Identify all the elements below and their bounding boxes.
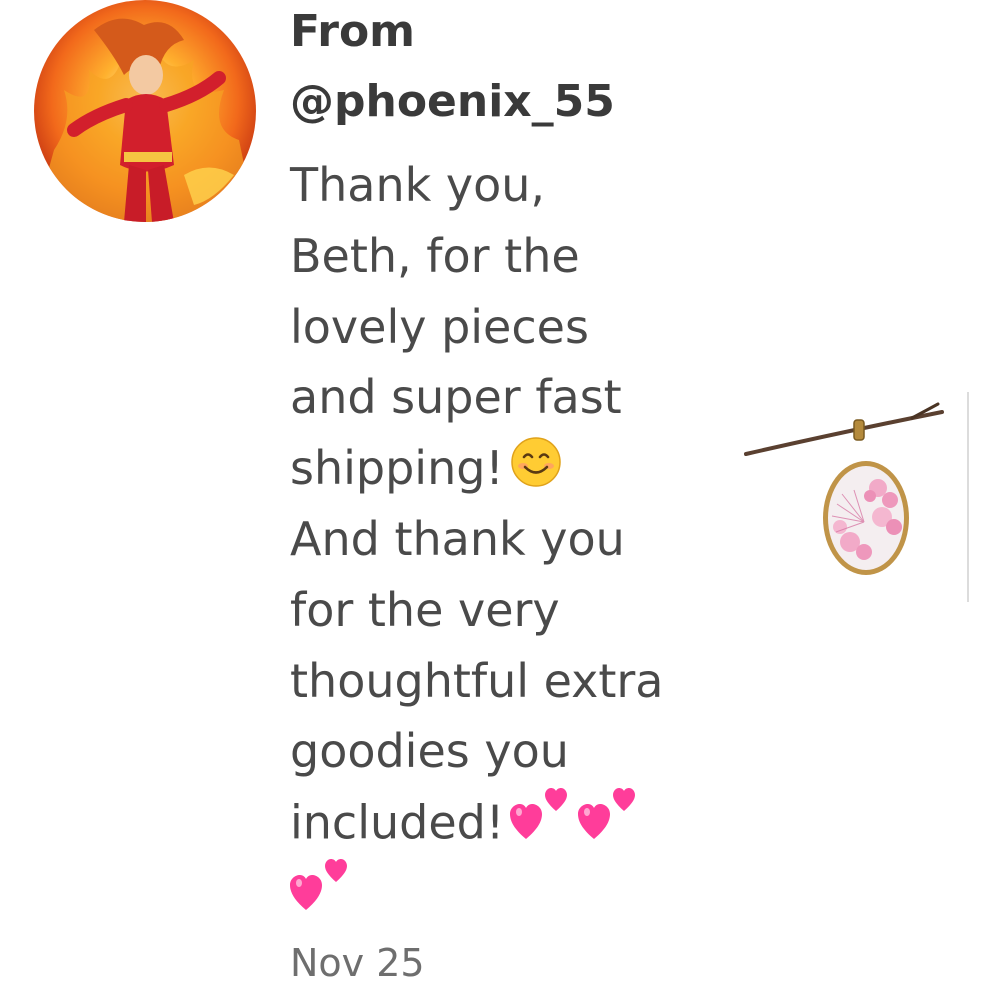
- review-date: Nov 25: [290, 941, 425, 985]
- message-line: and super fast: [290, 370, 622, 425]
- from-label: From: [290, 6, 416, 57]
- two-hearts-emoji-icon: [290, 858, 352, 936]
- avatar-image: [34, 0, 256, 222]
- message-line: thoughtful extra: [290, 653, 664, 708]
- product-photo[interactable]: [742, 392, 972, 606]
- two-hearts-emoji-icon: [510, 787, 572, 865]
- smiling-face-emoji-icon: [510, 436, 562, 508]
- message-line-with-emoji: included!: [290, 787, 710, 858]
- two-hearts-emoji-icon: [578, 787, 640, 865]
- message-line: Beth, for the: [290, 228, 580, 283]
- reviewer-username[interactable]: @phoenix_55: [290, 70, 615, 134]
- message-line: Thank you,: [290, 158, 545, 212]
- message-line: lovely pieces: [290, 299, 589, 354]
- message-line: included!: [290, 795, 505, 850]
- message-line-emoji-only: [290, 858, 710, 929]
- message-line: goodies you: [290, 724, 569, 779]
- message-line: shipping!: [290, 441, 504, 496]
- message-line: for the very: [290, 582, 560, 637]
- photo-border: [967, 392, 969, 602]
- avatar[interactable]: [34, 0, 256, 222]
- pendant-necklace-image: [744, 402, 944, 575]
- review-card: From @phoenix_55 Thank you, Beth, for th…: [0, 0, 1000, 1000]
- review-message: Thank you, Beth, for the lovely pieces a…: [290, 150, 710, 929]
- message-line: And thank you: [290, 511, 625, 566]
- message-line-with-emoji: shipping!: [290, 433, 710, 504]
